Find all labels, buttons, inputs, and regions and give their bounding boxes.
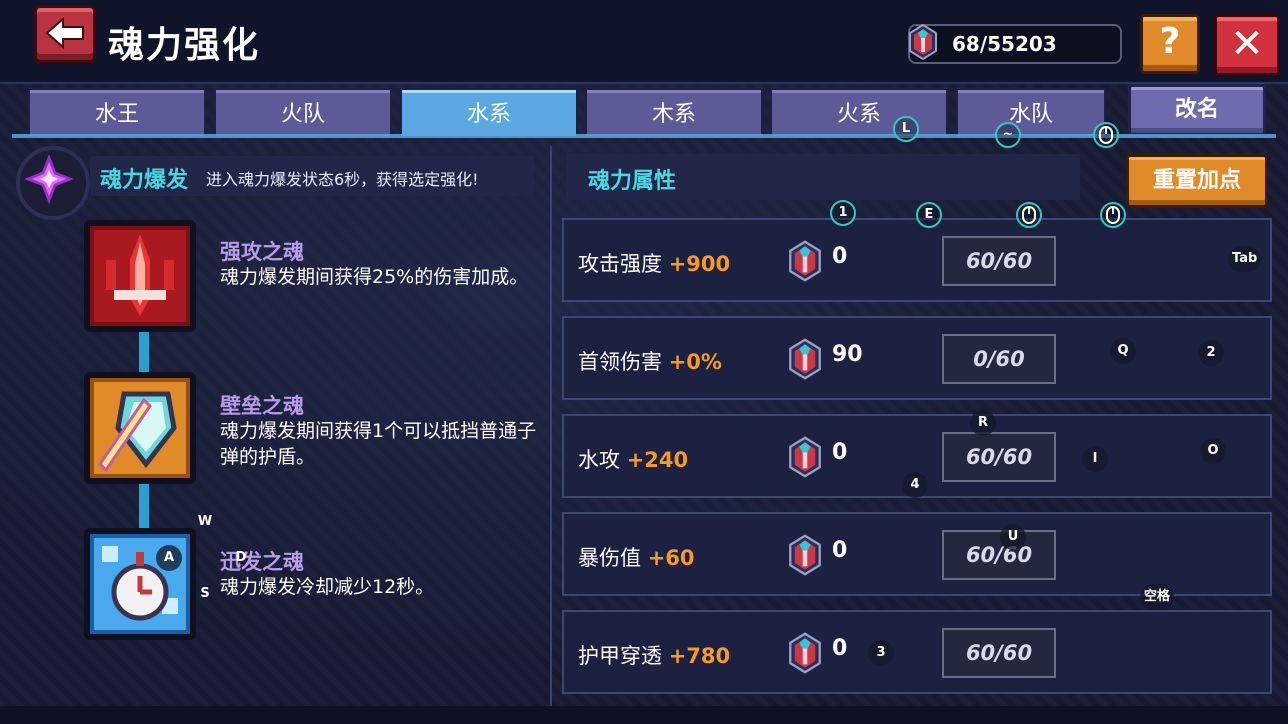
skill-card-1[interactable] — [84, 220, 196, 332]
burst-title: 魂力爆发 — [100, 168, 189, 193]
tab-underline — [12, 134, 1276, 138]
attribute-row[interactable]: 首领伤害 +0% 90 0/60 — [562, 316, 1272, 400]
tab-preset-3[interactable]: 水系 — [400, 88, 578, 136]
soul-gem-icon — [789, 338, 821, 380]
top-bar: 魂力强化 68/55203 ? ✕ — [0, 0, 1288, 84]
attribute-point-count: 0 — [832, 636, 848, 661]
tab-preset-2[interactable]: 火队 — [214, 88, 392, 136]
soul-burst-icon — [16, 146, 90, 220]
key-hint-tilde: ~ — [995, 122, 1021, 148]
attribute-row[interactable]: 攻击强度 +900 0 60/60 — [562, 218, 1272, 302]
panel-divider — [550, 146, 552, 706]
soul-gem-icon — [789, 632, 821, 674]
key-hint-2: 2 — [1198, 340, 1224, 366]
soul-gem-icon — [909, 24, 937, 60]
rename-button[interactable]: 改名 — [1128, 84, 1266, 136]
attribute-point-count: 90 — [832, 342, 863, 367]
key-hint-A: A — [156, 545, 182, 571]
attribute-bonus: +0% — [668, 350, 722, 374]
tab-preset-1[interactable]: 水王 — [28, 88, 206, 136]
shield-soul-icon — [90, 378, 190, 478]
attribute-name: 首领伤害 — [578, 350, 662, 374]
soul-gem-icon — [789, 436, 821, 478]
help-button[interactable]: ? — [1140, 14, 1200, 74]
attribute-point-count: 0 — [832, 440, 848, 465]
key-hint-3: 3 — [868, 640, 894, 666]
back-arrow-icon — [45, 16, 84, 50]
attribute-bonus: +60 — [647, 546, 695, 570]
mouse-right-hint-icon — [1100, 202, 1126, 228]
reset-points-button[interactable]: 重置加点 — [1126, 154, 1268, 208]
attribute-name: 暴伤值 — [578, 546, 641, 570]
attribute-bonus: +240 — [626, 448, 689, 472]
tab-preset-6[interactable]: 水队 — [956, 88, 1106, 136]
skill-name: 强攻之魂 — [220, 240, 304, 264]
tab-preset-5[interactable]: 火系 — [770, 88, 948, 136]
key-hint-1: 1 — [830, 200, 856, 226]
key-hint-D: D — [235, 550, 247, 565]
key-hint-tab: Tab — [1228, 246, 1262, 272]
attribute-level: 60/60 — [942, 530, 1056, 580]
key-hint-R: R — [970, 410, 996, 436]
soul-gem-icon — [789, 534, 821, 576]
mouse-left-hint-icon — [1016, 202, 1042, 228]
attribute-level: 0/60 — [942, 334, 1056, 384]
attribute-level: 60/60 — [942, 236, 1056, 286]
key-hint-S: S — [200, 586, 210, 601]
soul-gem-icon — [789, 240, 821, 282]
page-title: 魂力强化 — [108, 25, 261, 66]
close-button[interactable]: ✕ — [1214, 14, 1280, 76]
skill-connector — [139, 484, 149, 528]
skill-card-3[interactable] — [84, 528, 196, 640]
key-hint-U: U — [1000, 524, 1026, 550]
back-button[interactable] — [34, 5, 96, 63]
attribute-point-count: 0 — [832, 538, 848, 563]
key-hint-E: E — [916, 202, 942, 228]
key-hint-L: L — [893, 116, 919, 142]
soul-currency-display: 68/55203 — [908, 24, 1122, 64]
attribute-level: 60/60 — [942, 628, 1056, 678]
skill-name: 壁垒之魂 — [220, 394, 304, 418]
burst-description: 进入魂力爆发状态6秒，获得选定强化! — [206, 170, 479, 189]
attribute-name: 攻击强度 — [578, 252, 662, 276]
key-hint-I: I — [1082, 446, 1108, 472]
attribute-row[interactable]: 护甲穿透 +780 0 60/60 — [562, 610, 1272, 694]
clock-soul-icon — [90, 534, 190, 634]
attribute-bonus: +900 — [668, 252, 731, 276]
key-hint-4: 4 — [902, 472, 928, 498]
attribute-bonus: +780 — [668, 644, 731, 668]
skill-connector — [139, 332, 149, 372]
skill-card-2[interactable] — [84, 372, 196, 484]
sword-soul-icon — [90, 226, 190, 326]
attribute-point-count: 0 — [832, 244, 848, 269]
bottom-strip — [0, 706, 1288, 724]
mouse-hint-icon — [1093, 122, 1119, 148]
attribute-row[interactable]: 暴伤值 +60 0 60/60 — [562, 512, 1272, 596]
currency-amount: 68/55203 — [952, 32, 1057, 56]
key-hint-O: O — [1200, 438, 1226, 464]
attribute-level: 60/60 — [942, 432, 1056, 482]
skill-description: 魂力爆发期间获得1个可以抵挡普通子弹的护盾。 — [220, 420, 537, 468]
key-hint-Q: Q — [1110, 338, 1136, 364]
attribute-name: 护甲穿透 — [578, 644, 662, 668]
attributes-title: 魂力属性 — [588, 169, 677, 194]
skill-description: 魂力爆发期间获得25%的伤害加成。 — [220, 266, 529, 288]
skill-description: 魂力爆发冷却减少12秒。 — [220, 576, 435, 598]
key-hint-space: 空格 — [1140, 584, 1175, 610]
attribute-name: 水攻 — [578, 448, 620, 472]
tab-preset-4[interactable]: 木系 — [585, 88, 763, 136]
key-hint-W: W — [197, 514, 213, 529]
